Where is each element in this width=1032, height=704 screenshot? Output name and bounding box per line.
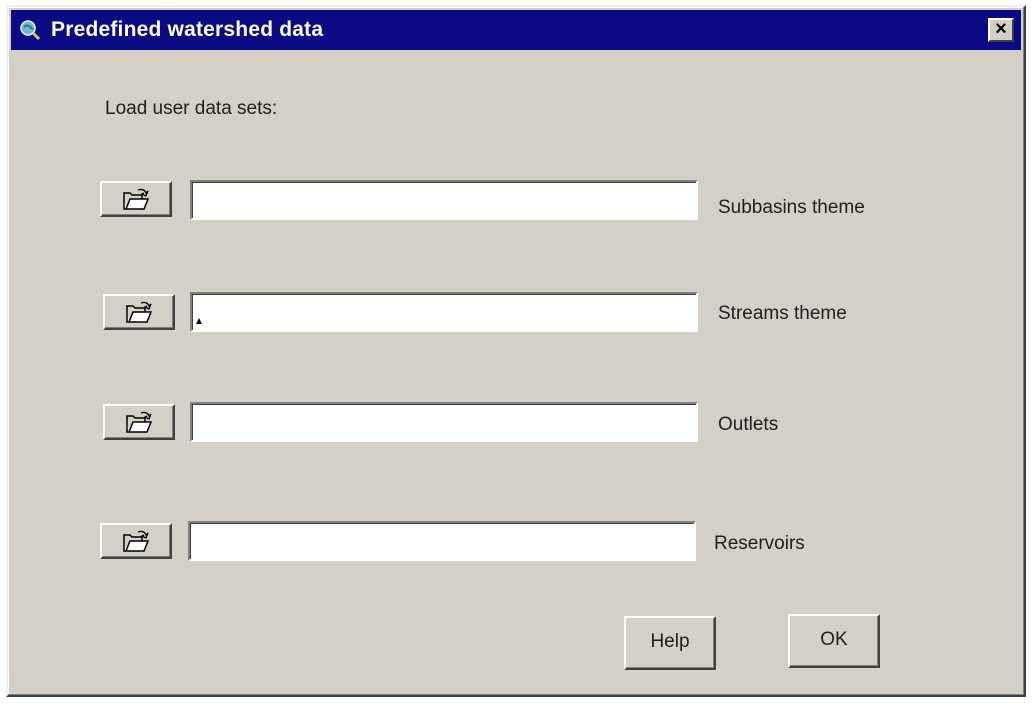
open-folder-icon xyxy=(123,530,150,552)
help-button[interactable]: Help xyxy=(624,616,716,670)
browse-streams-button[interactable] xyxy=(103,294,175,330)
section-heading: Load user data sets: xyxy=(105,98,278,119)
ok-button[interactable]: OK xyxy=(788,614,880,668)
subbasins-theme-label: Subbasins theme xyxy=(718,197,865,218)
close-button[interactable]: × xyxy=(988,18,1014,42)
globe-magnifier-icon xyxy=(20,20,41,41)
browse-reservoirs-button[interactable] xyxy=(100,523,172,559)
window-title: Predefined watershed data xyxy=(51,18,324,41)
outlets-input[interactable] xyxy=(190,402,698,442)
dialog-window: Predefined watershed data × Load user da… xyxy=(6,5,1026,697)
cursor-caret-icon xyxy=(196,318,202,324)
open-folder-icon xyxy=(126,301,153,323)
open-folder-icon xyxy=(126,411,153,433)
browse-outlets-button[interactable] xyxy=(103,404,175,440)
streams-theme-label: Streams theme xyxy=(718,303,847,324)
title-bar[interactable]: Predefined watershed data × xyxy=(11,10,1021,50)
reservoirs-label: Reservoirs xyxy=(714,533,805,554)
reservoirs-input[interactable] xyxy=(188,521,696,561)
outlets-label: Outlets xyxy=(718,414,779,435)
open-folder-icon xyxy=(123,188,150,210)
subbasins-theme-input[interactable] xyxy=(190,180,698,220)
close-icon: × xyxy=(995,18,1007,40)
browse-subbasins-button[interactable] xyxy=(100,181,172,217)
streams-theme-input[interactable] xyxy=(190,292,698,332)
